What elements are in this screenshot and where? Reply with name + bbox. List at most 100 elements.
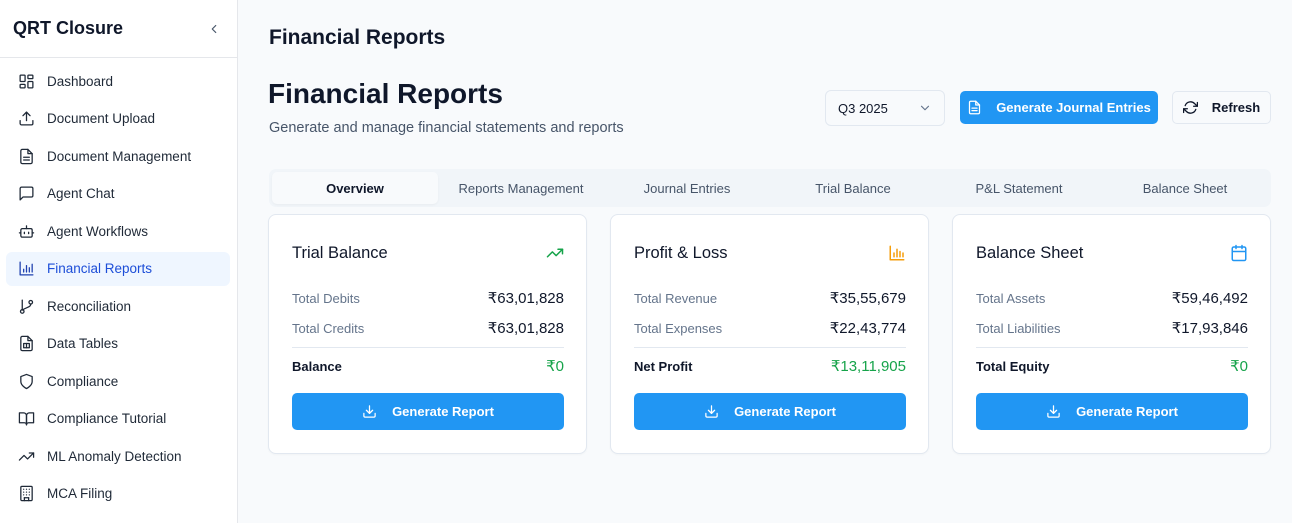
sidebar-item-mca-filing[interactable]: MCA Filing bbox=[6, 477, 230, 511]
sidebar-item-document-upload[interactable]: Document Upload bbox=[6, 102, 230, 136]
total-row: Net Profit ₹13,11,905 bbox=[634, 357, 906, 375]
stat-row: Total Liabilities ₹17,93,846 bbox=[976, 319, 1248, 337]
card-title: Trial Balance bbox=[292, 244, 388, 262]
tab-pl-statement[interactable]: P&L Statement bbox=[936, 172, 1102, 204]
dashboard-icon bbox=[18, 73, 35, 90]
tab-trial-balance[interactable]: Trial Balance bbox=[770, 172, 936, 204]
main-content: Financial Reports Financial Reports Gene… bbox=[238, 0, 1292, 523]
stat-label: Total Assets bbox=[976, 290, 1046, 306]
tab-journal-entries[interactable]: Journal Entries bbox=[604, 172, 770, 204]
total-label: Balance bbox=[292, 358, 342, 374]
trending-up-icon bbox=[18, 448, 35, 465]
stat-label: Total Expenses bbox=[634, 320, 723, 336]
stat-label: Total Revenue bbox=[634, 290, 718, 306]
divider bbox=[292, 347, 564, 348]
sidebar-item-label: Agent Workflows bbox=[47, 223, 149, 239]
building-icon bbox=[18, 485, 35, 502]
git-merge-icon bbox=[18, 298, 35, 315]
sidebar-item-reconciliation[interactable]: Reconciliation bbox=[6, 289, 230, 323]
generate-journal-entries-label: Generate Journal Entries bbox=[996, 100, 1151, 115]
report-tabs: Overview Reports Management Journal Entr… bbox=[269, 169, 1271, 207]
sidebar-item-label: Compliance bbox=[47, 373, 119, 389]
profit-loss-card: Profit & Loss Total Revenue ₹35,55,679 T… bbox=[610, 214, 929, 454]
sidebar-nav: Dashboard Document Upload Document Manag… bbox=[0, 58, 237, 511]
generate-report-button[interactable]: Generate Report bbox=[634, 393, 906, 430]
bot-icon bbox=[18, 223, 35, 240]
sidebar-item-financial-reports[interactable]: Financial Reports bbox=[6, 251, 230, 286]
collapse-sidebar-icon[interactable] bbox=[205, 20, 223, 38]
calendar-icon bbox=[1229, 243, 1249, 263]
sidebar-item-label: Compliance Tutorial bbox=[47, 411, 167, 426]
stat-label: Total Liabilities bbox=[976, 320, 1061, 336]
download-icon bbox=[362, 404, 377, 419]
sidebar-item-compliance[interactable]: Compliance bbox=[6, 364, 230, 398]
trial-balance-card: Trial Balance Total Debits ₹63,01,828 To… bbox=[268, 214, 587, 454]
balance-sheet-card: Balance Sheet Total Assets ₹59,46,492 To… bbox=[952, 214, 1271, 454]
sidebar-header: QRT Closure bbox=[0, 0, 237, 58]
generate-report-button[interactable]: Generate Report bbox=[976, 393, 1248, 430]
stat-label: Total Credits bbox=[292, 320, 365, 336]
bar-chart-icon bbox=[18, 260, 35, 277]
document-icon bbox=[18, 148, 35, 165]
refresh-button[interactable]: Refresh bbox=[1172, 91, 1271, 124]
sidebar-item-label: ML Anomaly Detection bbox=[47, 448, 182, 464]
chat-icon bbox=[18, 185, 35, 202]
stat-row: Total Expenses ₹22,43,774 bbox=[634, 319, 906, 337]
sidebar-item-agent-chat[interactable]: Agent Chat bbox=[6, 177, 230, 211]
generate-report-button[interactable]: Generate Report bbox=[292, 393, 564, 430]
sidebar-item-label: Document Management bbox=[47, 148, 192, 164]
sidebar-item-ml-anomaly-detection[interactable]: ML Anomaly Detection bbox=[6, 439, 230, 473]
tab-overview[interactable]: Overview bbox=[272, 172, 438, 204]
shield-icon bbox=[18, 373, 35, 390]
download-icon bbox=[1046, 404, 1061, 419]
generate-report-label: Generate Report bbox=[1076, 404, 1178, 419]
total-row: Balance ₹0 bbox=[292, 357, 564, 375]
stat-row: Total Debits ₹63,01,828 bbox=[292, 289, 564, 307]
app-title: QRT Closure bbox=[13, 18, 124, 38]
sidebar-item-label: Data Tables bbox=[47, 336, 119, 351]
total-label: Total Equity bbox=[976, 358, 1050, 374]
sidebar: QRT Closure Dashboard Document Upload Do… bbox=[0, 0, 238, 523]
total-row: Total Equity ₹0 bbox=[976, 357, 1248, 375]
stat-label: Total Debits bbox=[292, 290, 360, 306]
divider bbox=[976, 347, 1248, 348]
stat-value: ₹17,93,846 bbox=[1171, 320, 1248, 337]
sidebar-item-document-management[interactable]: Document Management bbox=[6, 139, 230, 173]
page-subtitle: Generate and manage financial statements… bbox=[269, 120, 624, 136]
total-value: ₹0 bbox=[1230, 358, 1248, 375]
total-value: ₹0 bbox=[546, 358, 564, 375]
stat-value: ₹63,01,828 bbox=[487, 290, 564, 307]
tab-reports-management[interactable]: Reports Management bbox=[438, 172, 604, 204]
card-title: Profit & Loss bbox=[634, 244, 728, 262]
tab-balance-sheet[interactable]: Balance Sheet bbox=[1102, 172, 1268, 204]
file-text-icon bbox=[967, 100, 982, 115]
stat-value: ₹63,01,828 bbox=[487, 320, 564, 337]
generate-report-label: Generate Report bbox=[392, 404, 494, 419]
generate-journal-entries-button[interactable]: Generate Journal Entries bbox=[960, 91, 1158, 124]
total-label: Net Profit bbox=[634, 358, 693, 374]
card-title: Balance Sheet bbox=[976, 244, 1084, 262]
stat-row: Total Assets ₹59,46,492 bbox=[976, 289, 1248, 307]
sidebar-item-agent-workflows[interactable]: Agent Workflows bbox=[6, 214, 230, 248]
sidebar-item-label: Reconciliation bbox=[47, 298, 132, 314]
period-select-value: Q3 2025 bbox=[838, 100, 888, 116]
sidebar-item-dashboard[interactable]: Dashboard bbox=[6, 64, 230, 98]
stat-value: ₹22,43,774 bbox=[829, 320, 906, 337]
file-table-icon bbox=[18, 335, 35, 352]
sidebar-item-label: Dashboard bbox=[47, 73, 114, 89]
book-icon bbox=[18, 410, 35, 427]
sidebar-item-label: Agent Chat bbox=[47, 186, 115, 201]
download-icon bbox=[704, 404, 719, 419]
sidebar-item-label: Document Upload bbox=[47, 111, 156, 126]
sidebar-item-compliance-tutorial[interactable]: Compliance Tutorial bbox=[6, 402, 230, 436]
header-title: Financial Reports bbox=[269, 26, 446, 49]
trending-up-icon bbox=[545, 243, 565, 263]
period-select[interactable]: Q3 2025 bbox=[825, 90, 945, 126]
sidebar-item-data-tables[interactable]: Data Tables bbox=[6, 327, 230, 361]
chevron-down-icon bbox=[918, 101, 932, 115]
stat-value: ₹59,46,492 bbox=[1171, 290, 1248, 307]
upload-icon bbox=[18, 110, 35, 127]
stat-row: Total Revenue ₹35,55,679 bbox=[634, 289, 906, 307]
total-value: ₹13,11,905 bbox=[830, 358, 906, 375]
sidebar-item-label: MCA Filing bbox=[47, 486, 113, 501]
